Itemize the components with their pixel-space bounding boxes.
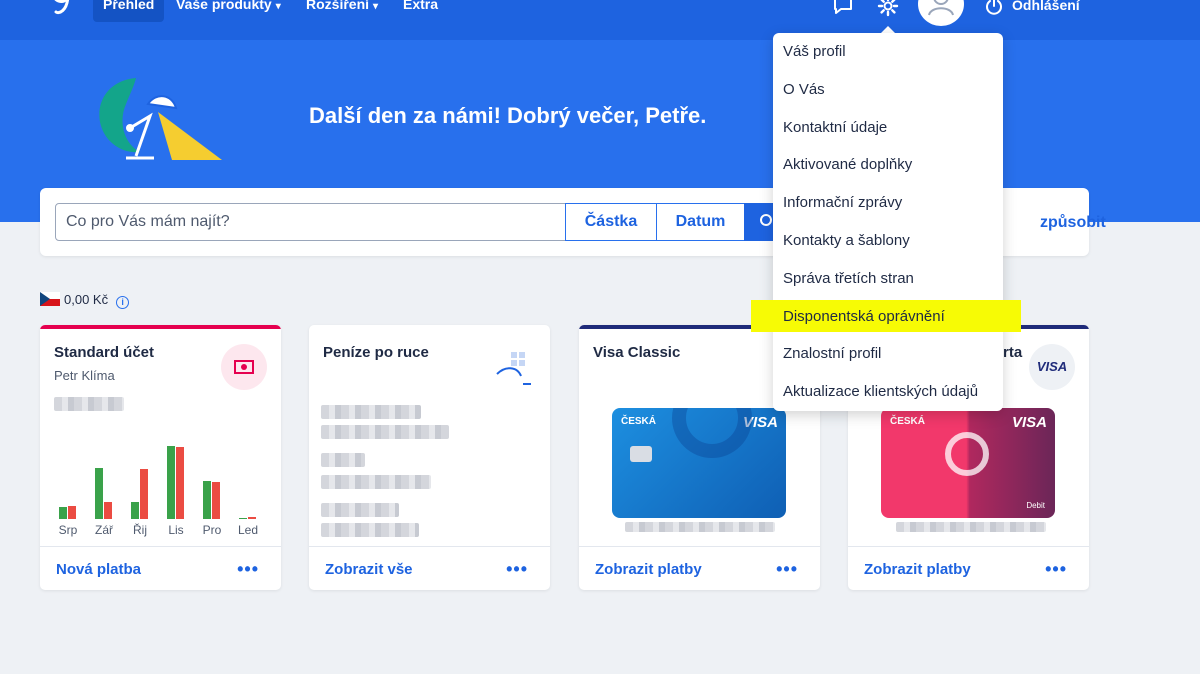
avatar[interactable] [918,0,964,26]
chart-month-label: Řij [133,523,147,537]
visa-card-image: ČESKÁ VISA [612,408,786,518]
menu-item-info-messages[interactable]: Informační zprávy [783,188,902,218]
menu-item-third-party-management[interactable]: Správa třetích stran [783,264,914,294]
account-card-standard[interactable]: Standard účet Petr Klíma Srp Zář Řij Lis Pro… [40,325,281,590]
chart-bar [59,507,67,519]
chart-bar [239,517,247,519]
top-navigation: Přehled Vaše produkty ▾ Rozšíření ▾ Extra … [0,0,1200,40]
nav-item-overview[interactable]: Přehled [93,0,165,22]
nav-item-products[interactable]: Vaše produkty ▾ [166,0,291,22]
blurred-card-number [896,522,1046,532]
chart-month-label: Pro [202,523,222,537]
power-icon[interactable] [984,0,1004,16]
blurred-value [321,453,365,467]
menu-item-activated-addons[interactable]: Aktivované doplňky [783,150,912,180]
chevron-down-icon: ▾ [373,1,379,12]
menu-item-knowledge-profile[interactable]: Znalostní profil [783,339,881,369]
more-icon[interactable]: ••• [506,559,528,580]
account-holder: Petr Klíma [54,368,115,383]
chip-icon [630,446,652,462]
settings-dropdown: Váš profil O Vás Kontaktní údaje Aktivované… [773,33,1003,411]
card-footer: Zobrazit platby ••• [579,546,820,590]
debit-card-image: ČESKÁ VISA Debit [881,408,1055,518]
search-input[interactable] [55,203,566,241]
bank-logo: ČESKÁ [890,416,926,427]
blurred-balance [54,397,124,411]
card-pattern [945,432,989,476]
more-icon[interactable]: ••• [237,559,259,580]
bank-logo: ČESKÁ [621,416,657,427]
chart-bar [104,502,112,519]
george-logo[interactable] [46,0,74,20]
chart-bar [203,480,211,519]
chart-bar [68,505,76,519]
chart-month-label: Led [237,523,259,537]
amount-filter-button[interactable]: Částka [565,203,657,241]
nav-item-extra[interactable]: Extra [393,0,448,22]
show-payments-link[interactable]: Zobrazit platby [595,561,702,578]
chevron-down-icon: ▾ [275,1,281,12]
show-payments-link[interactable]: Zobrazit platby [864,561,971,578]
visa-badge: VISA [1029,344,1075,390]
blurred-value [321,425,449,439]
visa-logo: VISA [1011,414,1047,431]
lamp-illustration [99,78,222,160]
gear-icon[interactable] [877,0,899,17]
info-icon[interactable]: i [116,296,130,309]
menu-item-about-you[interactable]: O Vás [783,75,825,105]
balance-amount: 0,00 Kč [64,292,109,307]
greeting-text: Další den za námi! Dobrý večer, Petře. [309,103,707,128]
cash-icon [221,344,267,390]
menu-item-profile[interactable]: Váš profil [783,37,846,67]
menu-item-contacts-templates[interactable]: Kontakty a šablony [783,226,910,256]
new-payment-link[interactable]: Nová platba [56,561,141,578]
card-stripe [40,325,281,329]
chart-bar [140,468,148,519]
blurred-value [321,503,399,517]
search-icon [760,213,772,226]
chart-month-label: Srp [58,523,78,537]
card-title: Standard účet [54,344,155,361]
menu-item-contact-details[interactable]: Kontaktní údaje [783,113,887,143]
logout-button[interactable]: Odhlášení [1012,0,1080,13]
chart-bar [212,482,220,519]
menu-item-update-client-data[interactable]: Aktualizace klientských údajů [783,377,978,407]
blurred-value [321,475,431,489]
chat-icon[interactable] [832,0,854,16]
date-filter-button[interactable]: Datum [656,203,745,241]
monthly-bar-chart [54,445,269,519]
card-title: Peníze po ruce [323,344,429,361]
nav-item-extensions[interactable]: Rozšíření ▾ [296,0,388,22]
card-footer: Zobrazit vše ••• [309,546,550,590]
debit-label: Debit [1026,501,1045,510]
user-icon [928,0,954,16]
chart-month-label: Zář [95,523,113,537]
menu-item-disponent-rights[interactable]: Disponentská oprávnění [783,302,945,332]
more-icon[interactable]: ••• [776,559,798,580]
chart-month-label: Lis [168,523,184,537]
card-footer: Nová platba ••• [40,546,281,590]
chart-bar [248,516,256,519]
more-icon[interactable]: ••• [1045,559,1067,580]
card-pattern [672,408,752,458]
chart-bar [167,446,175,519]
czech-flag-icon [40,292,60,306]
card-title: rta [1003,344,1023,361]
card-title: Visa Classic [593,344,681,361]
blurred-value [321,523,419,537]
customize-link[interactable]: způsobit [1040,214,1106,232]
card-footer: Zobrazit platby ••• [848,546,1089,590]
visa-logo: VISA [1036,359,1068,374]
total-balance: 0,00 Kč i [40,292,130,309]
loan-icon [496,352,531,385]
chart-bar [176,447,184,519]
chart-bar [131,502,139,519]
account-card-cash[interactable]: Peníze po ruce Zobrazit vše ••• [309,325,550,590]
chart-bar [95,467,103,519]
show-all-link[interactable]: Zobrazit vše [325,561,413,578]
blurred-value [321,405,421,419]
blurred-card-number [625,522,775,532]
